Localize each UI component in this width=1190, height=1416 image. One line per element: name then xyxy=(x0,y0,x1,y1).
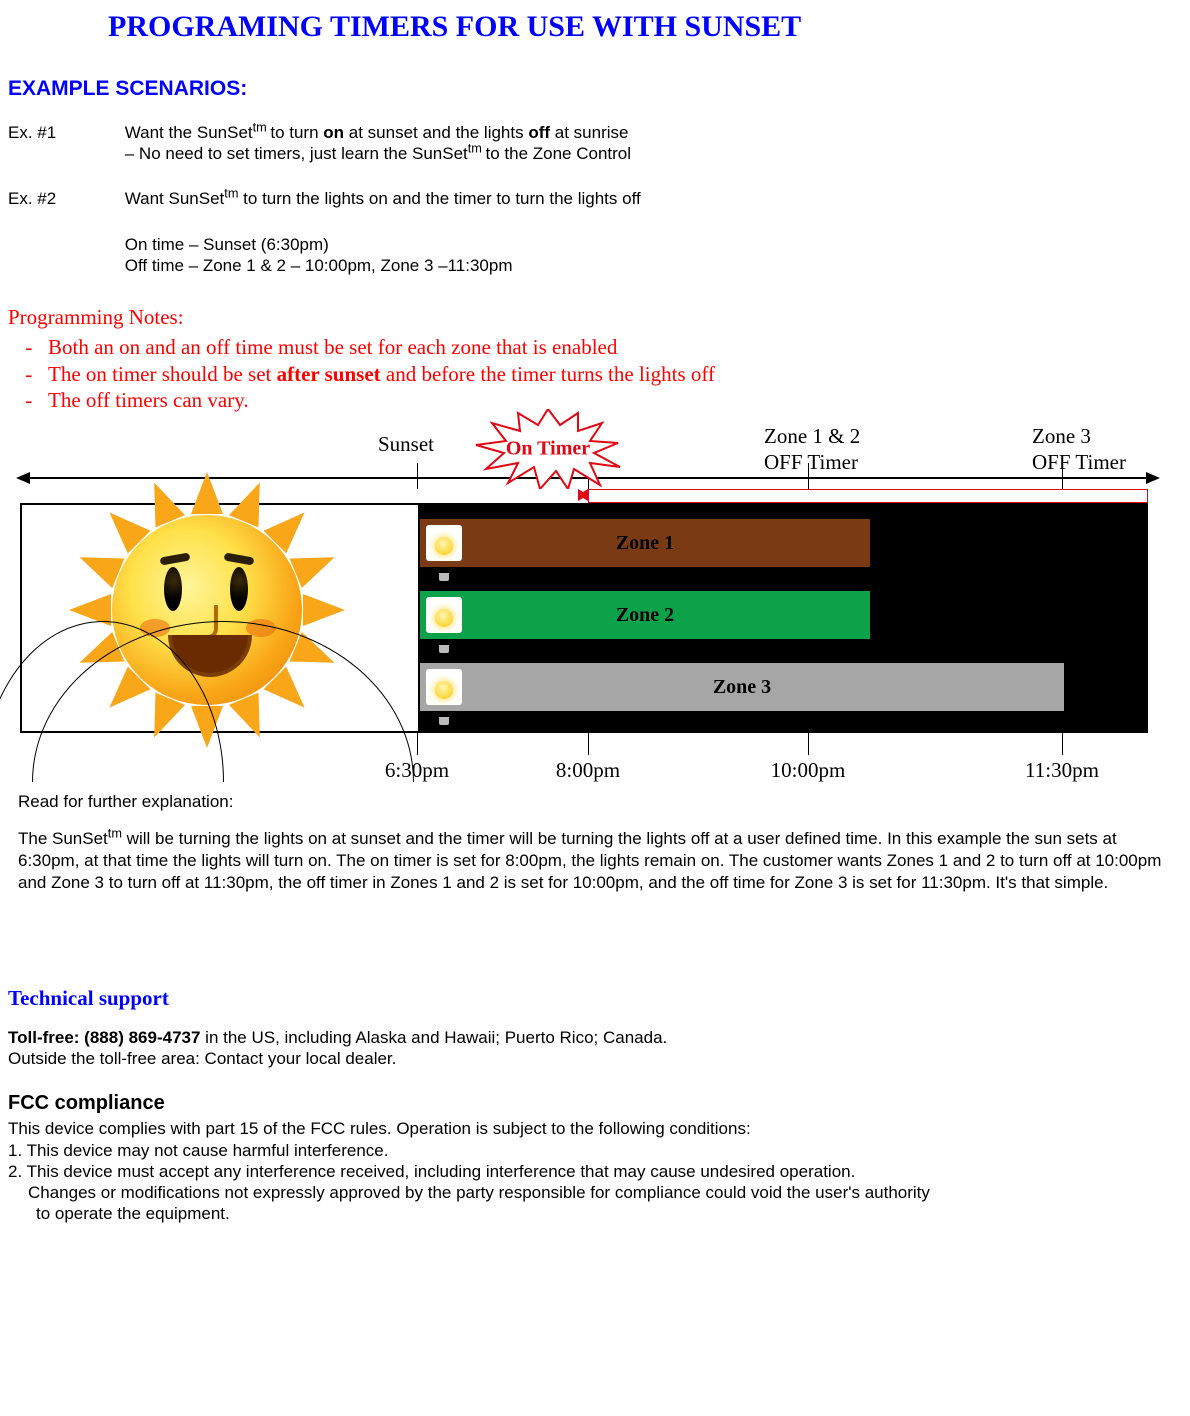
programming-notes-list: Both an on and an off time must be set f… xyxy=(8,334,1186,413)
range-arrow-right xyxy=(578,489,588,501)
example-scenarios-heading: EXAMPLE SCENARIOS: xyxy=(8,76,1186,102)
zone-1-bar: Zone 1 xyxy=(420,519,870,567)
example-2-body: Want SunSettm to turn the lights on and … xyxy=(125,188,1145,209)
read-further-heading: Read for further explanation: xyxy=(18,791,1186,812)
example-2-label: Ex. #2 xyxy=(8,188,120,209)
on-timer-label: On Timer xyxy=(506,437,590,462)
time-label-630: 6:30pm xyxy=(385,757,449,783)
daytime-area xyxy=(22,505,419,731)
note-1: Both an on and an off time must be set f… xyxy=(48,334,1186,360)
on-timer-burst: On Timer xyxy=(468,409,628,489)
example-1-label: Ex. #1 xyxy=(8,122,120,143)
examples-block: Ex. #1 Want the SunSettm to turn on at s… xyxy=(8,122,1186,276)
time-label-800: 8:00pm xyxy=(556,757,620,783)
zone-2-bar: Zone 2 xyxy=(420,591,870,639)
example-1-body: Want the SunSettm to turn on at sunset a… xyxy=(125,122,1145,165)
fcc-compliance-heading: FCC compliance xyxy=(8,1091,1186,1116)
technical-support-heading: Technical support xyxy=(8,985,1186,1011)
read-further-body: The SunSettm will be turning the lights … xyxy=(18,828,1176,894)
zone-3-bar: Zone 3 xyxy=(420,663,1064,711)
time-label-1000: 10:00pm xyxy=(771,757,846,783)
time-label-1130: 11:30pm xyxy=(1025,757,1099,783)
bulb-icon xyxy=(426,669,462,705)
timeline-box: Zone 1 Zone 2 Zone 3 xyxy=(20,503,1148,733)
page-title: PROGRAMING TIMERS FOR USE WITH SUNSET xyxy=(108,8,1186,46)
example-2-times: On time – Sunset (6:30pm) Off time – Zon… xyxy=(125,234,1145,277)
note-2: The on timer should be set after sunset … xyxy=(48,361,1186,387)
bulb-icon xyxy=(426,597,462,633)
zone3-off-label: Zone 3OFF Timer xyxy=(1032,423,1126,476)
timeline-diagram: Sunset Zone 1 & 2OFF Timer Zone 3OFF Tim… xyxy=(8,423,1178,783)
fcc-compliance-body: This device complies with part 15 of the… xyxy=(8,1118,1186,1224)
zone12-off-label: Zone 1 & 2OFF Timer xyxy=(764,423,860,476)
technical-support-body: Toll-free: (888) 869-4737 in the US, inc… xyxy=(8,1027,1186,1070)
on-timer-valid-range xyxy=(588,489,1148,503)
programming-notes-heading: Programming Notes: xyxy=(8,304,1186,330)
sunset-label: Sunset xyxy=(378,431,434,457)
bulb-icon xyxy=(426,525,462,561)
